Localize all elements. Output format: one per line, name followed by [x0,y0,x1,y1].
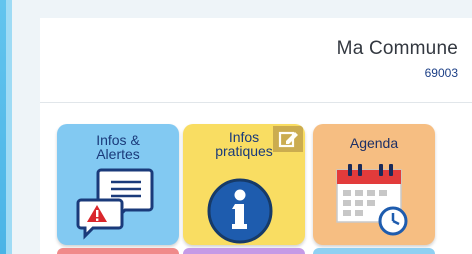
tiles-grid: Infos & Alertes Infos pratiques Agenda [40,103,472,254]
tile-next-row-2[interactable] [183,248,305,254]
app-frame: Ma Commune 69003 Infos & Alertes Infos p… [0,0,472,254]
chat-alert-icon [76,168,154,240]
commune-name: Ma Commune [336,38,458,59]
calendar-clock-icon [336,164,408,236]
postal-code: 69003 [424,66,458,80]
info-icon [207,178,273,244]
tile-agenda[interactable]: Agenda [313,124,435,245]
commune-header: Ma Commune 69003 [40,18,472,103]
tile-next-row-3[interactable] [313,248,435,254]
side-strip-light [6,0,12,254]
tile-next-row-1[interactable] [57,248,179,254]
tile-infos-alertes[interactable]: Infos & Alertes [57,124,179,245]
tile-infos-pratiques[interactable]: Infos pratiques [183,124,305,245]
